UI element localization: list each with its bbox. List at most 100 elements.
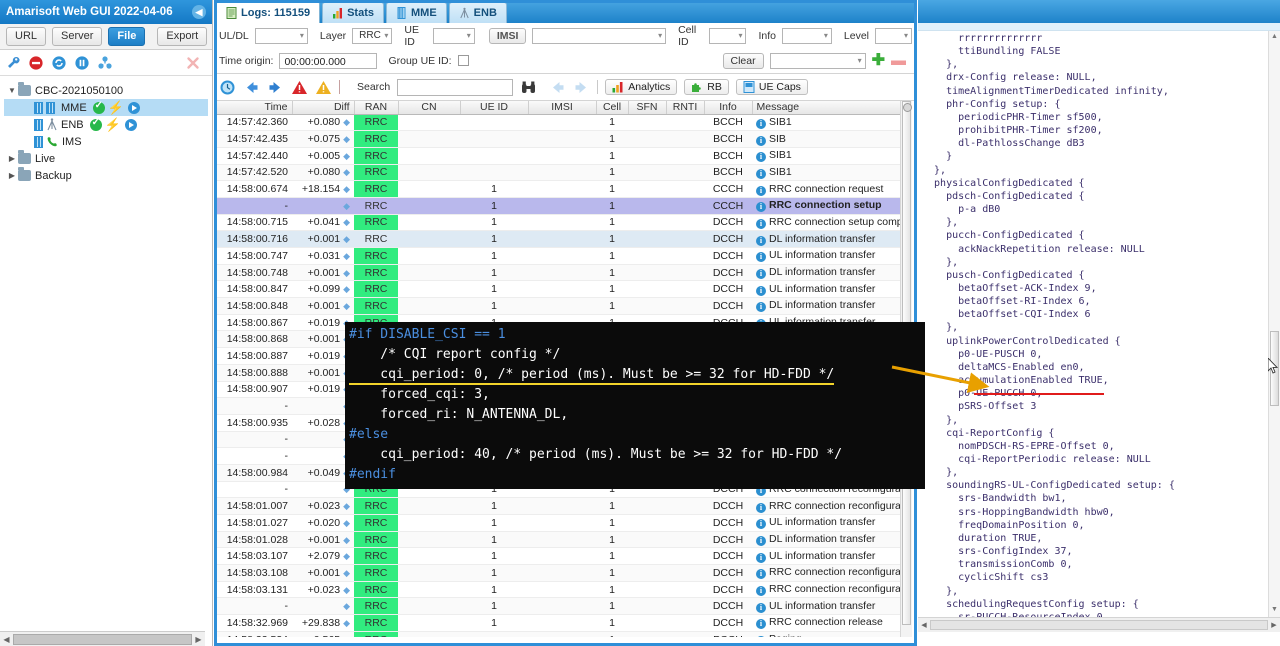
chevron-left-icon[interactable]: ◀ (192, 5, 206, 19)
scroll-left-icon[interactable]: ◀ (0, 635, 13, 644)
tree-item-live[interactable]: ▶ Live (4, 150, 208, 167)
config-horizontal-scrollbar[interactable]: ◀ ▶ (918, 617, 1280, 632)
triangle-down-icon[interactable]: ▼ (1269, 604, 1280, 616)
tab-enb[interactable]: ENB (448, 2, 507, 23)
table-row[interactable]: 14:58:01.028 +0.001 ◆ RRC 1 1 DCCH i DL informat… (214, 531, 900, 549)
column-header-cell[interactable]: Cell (596, 101, 629, 115)
column-header-ran[interactable]: RAN (354, 101, 399, 115)
config-vertical-scrollbar[interactable]: ▲ ▼ (1268, 31, 1280, 632)
tab-mme[interactable]: MME (386, 2, 447, 23)
tree-item-enb[interactable]: ENB ⚡ (4, 116, 208, 133)
refresh-icon[interactable] (51, 55, 67, 71)
cell-cn (398, 147, 460, 165)
column-header-diff[interactable]: Diff (292, 101, 355, 115)
table-row[interactable]: 14:58:03.131 +0.023 ◆ RRC 1 1 DCCH i RRC connect… (214, 581, 900, 599)
table-row[interactable]: 14:58:00.715 +0.041 ◆ RRC 1 1 DCCH i RRC connect… (214, 214, 900, 232)
preset-select[interactable]: ▾ (769, 52, 866, 69)
info-select[interactable]: ▾ (782, 27, 832, 44)
tree-expander-icon[interactable]: ▶ (6, 171, 18, 180)
play-icon[interactable] (127, 101, 140, 114)
tree-expander-icon[interactable]: ▼ (6, 86, 18, 95)
table-row[interactable]: 14:57:42.435 +0.075 ◆ RRC 1 BCCH i SIB (214, 130, 900, 148)
table-row[interactable]: 14:58:00.716 +0.001 ◆ RRC 1 1 DCCH i DL informat… (214, 230, 900, 248)
time-origin-input[interactable]: 00:00:00.000 (279, 52, 378, 69)
ul-dl-select[interactable]: ▾ (254, 27, 308, 44)
analytics-button[interactable]: Analytics (605, 79, 678, 95)
arrow-left-grey-icon[interactable] (549, 79, 566, 96)
table-row[interactable]: 14:58:01.007 +0.023 ◆ RRC 1 1 DCCH i RRC connect… (214, 497, 900, 515)
column-header-message[interactable]: Message (752, 101, 900, 115)
column-header-ue-id[interactable]: UE ID (460, 101, 529, 115)
scroll-right-icon[interactable]: ▶ (1268, 621, 1280, 629)
wrench-icon[interactable] (5, 55, 21, 71)
ue-caps-button[interactable]: UE Caps (735, 79, 808, 95)
level-select[interactable]: ▾ (875, 27, 912, 44)
tree-item-mme[interactable]: MME ⚡ (4, 99, 208, 116)
clock-icon[interactable] (219, 79, 236, 96)
table-row[interactable]: - ◆ RRC 1 1 CCCH i RRC connection setup (214, 197, 900, 215)
triangle-up-icon[interactable]: ▲ (1269, 31, 1280, 43)
source-button-server[interactable]: Server (52, 27, 103, 46)
tab-logs[interactable]: Logs: 115159 (216, 1, 321, 23)
column-header-sfn[interactable]: SFN (628, 101, 667, 115)
config-viewer[interactable]: rrrrrrrrrrrrrr ttiBundling FALSE }, drx-… (918, 31, 1280, 632)
scroll-thumb[interactable] (930, 620, 1268, 630)
error-triangle-red-icon[interactable] (291, 79, 308, 96)
binoculars-icon[interactable] (520, 79, 537, 96)
scroll-right-icon[interactable]: ▶ (192, 635, 205, 644)
table-row[interactable]: 14:58:00.674 +18.154 ◆ RRC 1 1 CCCH i RRC connec… (214, 180, 900, 198)
arrow-right-grey-icon[interactable] (573, 79, 590, 96)
sidebar-horizontal-scrollbar[interactable]: ◀ ▶ (0, 631, 205, 646)
tree-item-cbc[interactable]: ▼ CBC-2021050100 (4, 82, 208, 99)
group-ue-id-checkbox[interactable] (457, 55, 469, 66)
column-header-imsi[interactable]: IMSI (528, 101, 597, 115)
table-row[interactable]: 14:58:32.969 +29.838 ◆ RRC 1 1 DCCH i RRC connec… (214, 614, 900, 632)
table-row[interactable]: 14:58:00.748 +0.001 ◆ RRC 1 1 DCCH i DL informat… (214, 264, 900, 282)
warning-triangle-yellow-icon[interactable] (315, 79, 332, 96)
layer-select[interactable]: RRC ▾ (352, 27, 393, 44)
stop-icon[interactable] (28, 55, 44, 71)
imsi-select[interactable]: ▾ (532, 27, 667, 44)
table-row[interactable]: 14:58:00.848 +0.001 ◆ RRC 1 1 DCCH i DL informat… (214, 297, 900, 315)
tree-expander-icon[interactable]: ▶ (6, 154, 18, 163)
table-row[interactable]: - ◆ RRC 1 1 DCCH i UL information transfer (214, 597, 900, 616)
source-button-file[interactable]: File (108, 27, 146, 46)
plus-node-icon[interactable] (97, 55, 113, 71)
scroll-left-icon[interactable]: ◀ (918, 621, 930, 629)
table-row[interactable]: 14:58:33.534+0.565◆RRC1PCCHiPaging (214, 631, 900, 637)
table-row[interactable]: 14:57:42.440 +0.005 ◆ RRC 1 BCCH i SIB1 (214, 147, 900, 165)
scroll-knob[interactable] (903, 103, 912, 112)
export-button[interactable]: Export (157, 27, 208, 46)
rb-button[interactable]: RB (684, 79, 729, 95)
tab-stats[interactable]: Stats (322, 2, 384, 23)
clear-button[interactable]: Clear (722, 52, 764, 69)
scroll-thumb[interactable] (13, 633, 192, 645)
column-header-cn[interactable]: CN (398, 101, 461, 115)
cell-id-select[interactable]: ▾ (709, 27, 747, 44)
table-row[interactable]: 14:57:42.360 +0.080 ◆ RRC 1 BCCH i SIB1 (214, 114, 900, 132)
table-row[interactable]: 14:58:00.747 +0.031 ◆ RRC 1 1 DCCH i UL informat… (214, 247, 900, 265)
table-row[interactable]: 14:58:03.108 +0.001 ◆ RRC 1 1 DCCH i RRC connect… (214, 564, 900, 582)
pause-icon[interactable] (74, 55, 90, 71)
column-header-info[interactable]: Info (704, 101, 753, 115)
imsi-button[interactable]: IMSI (488, 27, 527, 44)
arrow-right-blue-icon[interactable] (267, 79, 284, 96)
play-icon[interactable] (124, 118, 137, 131)
tree-item-ims[interactable]: IMS (4, 133, 208, 150)
cell-info: BCCH (704, 114, 752, 132)
column-header-rnti[interactable]: RNTI (666, 101, 705, 115)
source-button-url[interactable]: URL (6, 27, 47, 46)
remove-filter-icon[interactable]: ▬ (891, 53, 906, 68)
table-row[interactable]: 14:58:00.847 +0.099 ◆ RRC 1 1 DCCH i UL informat… (214, 280, 900, 299)
cell-ran: RRC (354, 264, 398, 282)
close-x-icon[interactable] (185, 55, 201, 71)
search-input[interactable] (397, 78, 514, 96)
table-row[interactable]: 14:58:03.107 +2.079 ◆ RRC 1 1 DCCH i UL informat… (214, 547, 900, 566)
tree-item-backup[interactable]: ▶ Backup (4, 167, 208, 184)
ue-id-select[interactable]: ▾ (432, 27, 475, 44)
table-row[interactable]: 14:57:42.520 +0.080 ◆ RRC 1 BCCH i SIB1 (214, 164, 900, 182)
column-header-time[interactable]: Time (214, 101, 293, 115)
add-filter-icon[interactable]: ✚ (872, 52, 885, 68)
arrow-left-blue-icon[interactable] (243, 79, 260, 96)
table-row[interactable]: 14:58:01.027 +0.020 ◆ RRC 1 1 DCCH i UL informat… (214, 514, 900, 532)
